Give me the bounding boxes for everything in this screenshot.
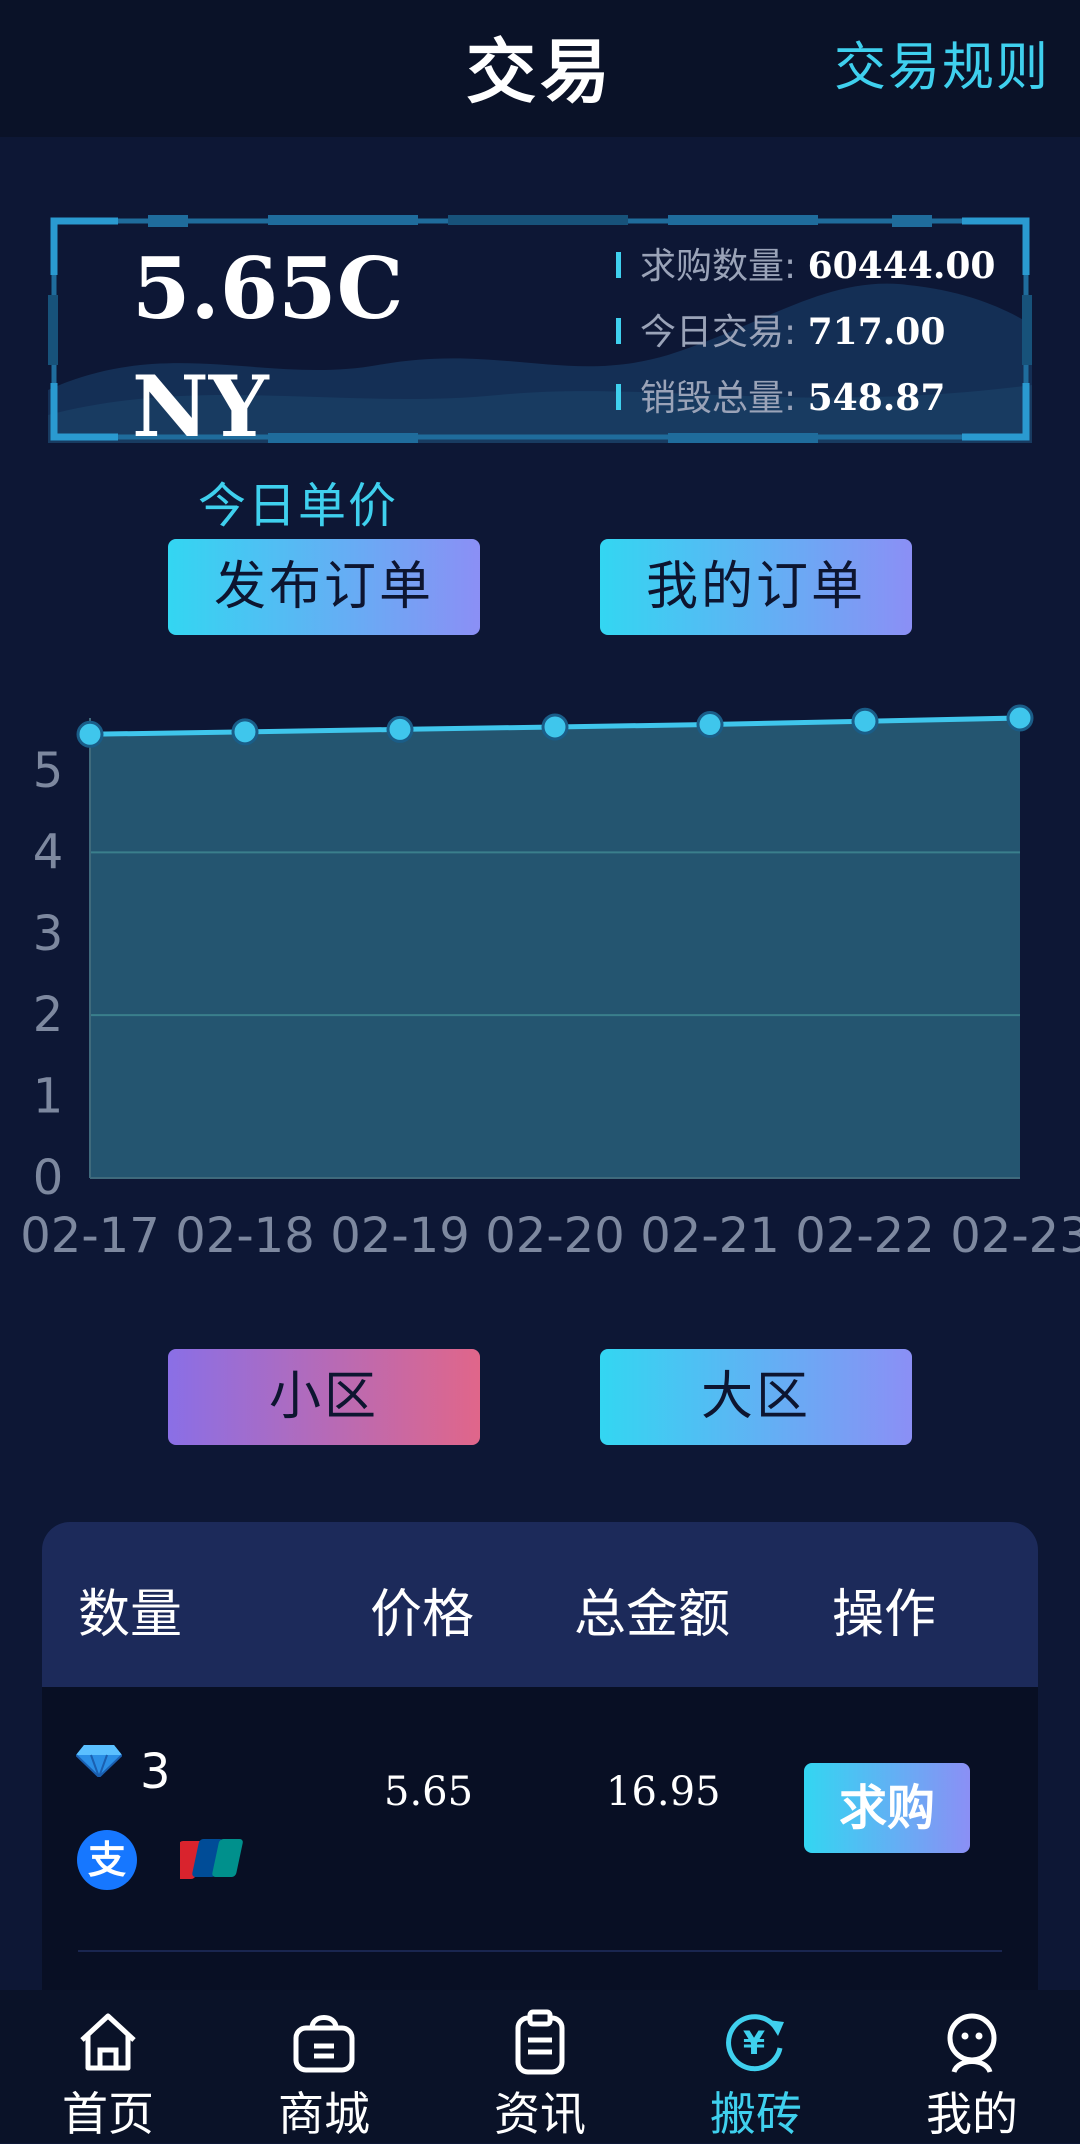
y-tick-label: 0 bbox=[33, 1150, 64, 1206]
chart-data-point bbox=[851, 707, 879, 735]
row-divider bbox=[78, 1950, 1002, 1952]
clipboard-icon bbox=[515, 2009, 565, 2075]
chart-data-point bbox=[541, 713, 569, 741]
svg-text:¥: ¥ bbox=[743, 2024, 765, 2062]
price-caption: 今日单价 bbox=[198, 478, 399, 534]
x-tick-label: 02-21 bbox=[640, 1208, 779, 1264]
buy-button[interactable]: 求购 bbox=[804, 1763, 970, 1853]
my-orders-button[interactable]: 我的订单 bbox=[600, 539, 912, 635]
y-tick-label: 3 bbox=[33, 906, 64, 962]
y-tick-label: 5 bbox=[33, 743, 64, 799]
chart-data-point bbox=[696, 711, 724, 739]
price-trend-chart: 0 1 2 3 4 5 02-17 02-18 02-19 02-20 02-21 02-22 02-2… bbox=[20, 704, 1080, 1264]
header-action: 操作 bbox=[832, 1585, 937, 1645]
unionpay-icon bbox=[180, 1839, 243, 1879]
nav-trade[interactable]: ¥ 搬砖 bbox=[648, 1990, 864, 2143]
large-zone-tab[interactable]: 大区 bbox=[600, 1349, 912, 1445]
row-price: 5.65 bbox=[384, 1769, 474, 1815]
order-table: 数量 价格 总金额 操作 3 支 5.65 16.95 求购 bbox=[42, 1522, 1038, 1997]
header-price: 价格 bbox=[370, 1585, 475, 1645]
chart-area bbox=[90, 718, 1020, 1178]
x-tick-label: 02-22 bbox=[795, 1208, 934, 1264]
small-zone-tab[interactable]: 小区 bbox=[168, 1349, 480, 1445]
x-tick-label: 02-23 bbox=[950, 1208, 1080, 1264]
trade-rules-link[interactable]: 交易规则 bbox=[834, 25, 1050, 100]
chart-data-point bbox=[386, 715, 414, 743]
user-face-icon bbox=[947, 2013, 997, 2074]
x-tick-label: 02-20 bbox=[485, 1208, 624, 1264]
svg-text:支: 支 bbox=[88, 1838, 126, 1882]
row-total: 16.95 bbox=[606, 1769, 721, 1815]
alipay-icon: 支 bbox=[77, 1830, 137, 1890]
header-quantity: 数量 bbox=[78, 1585, 183, 1645]
nav-home[interactable]: 首页 bbox=[0, 1990, 216, 2143]
row-quantity: 3 bbox=[140, 1744, 171, 1800]
shop-bag-icon bbox=[293, 2015, 355, 2073]
y-tick-label: 4 bbox=[33, 824, 64, 880]
chart-data-point bbox=[231, 718, 259, 746]
nav-news[interactable]: 资讯 bbox=[432, 1990, 648, 2143]
nav-shop[interactable]: 商城 bbox=[216, 1990, 432, 2143]
chart-data-point bbox=[1006, 704, 1034, 732]
x-tick-label: 02-18 bbox=[175, 1208, 314, 1264]
current-price: 5.65CNY bbox=[132, 239, 404, 456]
x-tick-label: 02-17 bbox=[20, 1208, 159, 1264]
y-tick-label: 1 bbox=[33, 1069, 64, 1125]
top-bar: 交易 交易规则 bbox=[0, 0, 1080, 137]
x-tick-label: 02-19 bbox=[330, 1208, 469, 1264]
y-tick-label: 2 bbox=[33, 987, 64, 1043]
nav-mine[interactable]: 我的 bbox=[864, 1990, 1080, 2143]
publish-order-button[interactable]: 发布订单 bbox=[168, 539, 480, 635]
table-row: 3 支 5.65 16.95 求购 bbox=[42, 1687, 1038, 1997]
table-header: 数量 价格 总金额 操作 bbox=[42, 1522, 1038, 1687]
bottom-nav: 首页 商城 资讯 ¥ 搬砖 我的 bbox=[0, 1990, 1080, 2143]
header-total: 总金额 bbox=[574, 1585, 731, 1645]
diamond-icon bbox=[76, 1745, 122, 1777]
chart-data-point bbox=[76, 720, 104, 748]
home-icon bbox=[80, 2013, 136, 2071]
yuan-exchange-icon: ¥ bbox=[726, 2014, 784, 2072]
